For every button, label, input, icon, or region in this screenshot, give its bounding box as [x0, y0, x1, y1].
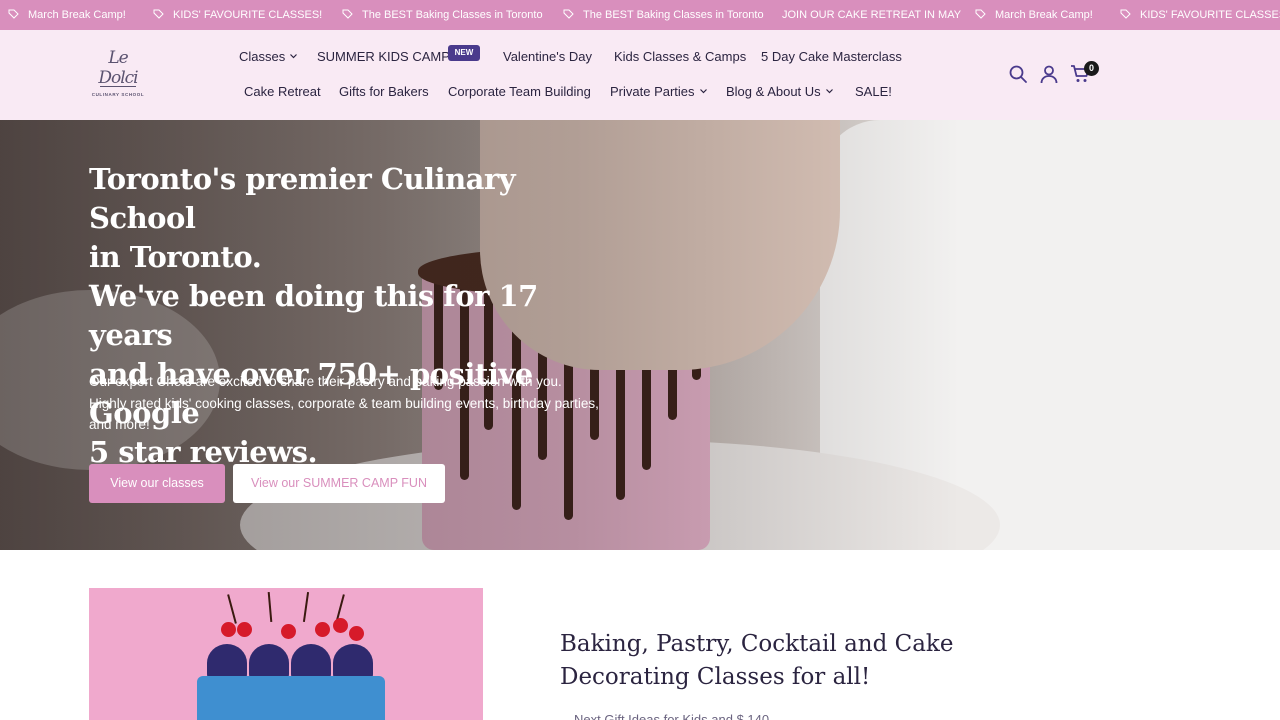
nav-classes[interactable]: Classes [239, 49, 298, 64]
nav-valentines-day[interactable]: Valentine's Day [503, 49, 592, 64]
announcement-item[interactable]: The BEST Baking Classes in Toronto [342, 0, 543, 30]
promo-cake-image[interactable] [89, 588, 483, 720]
hero-banner: Toronto's premier Culinary School in Tor… [0, 120, 1280, 550]
chevron-down-icon [825, 89, 833, 94]
chevron-down-icon [699, 89, 707, 94]
tag-icon [1120, 9, 1131, 19]
logo[interactable]: Le Dolci CULINARY SCHOOL [88, 48, 148, 104]
logo-subtitle: CULINARY SCHOOL [91, 92, 145, 97]
tag-icon [8, 9, 19, 19]
view-summer-camp-button[interactable]: View our SUMMER CAMP FUN [233, 464, 445, 503]
nav-summer-kids-camp[interactable]: SUMMER KIDS CAMP [317, 49, 450, 64]
hero-description: Our expert Chefs are excited to share th… [89, 374, 599, 432]
announcement-item[interactable]: March Break Camp! [975, 0, 1093, 30]
nav-blog-about-us[interactable]: Blog & About Us [726, 84, 833, 99]
announcement-item[interactable]: KIDS' FAVOURITE CLASSES! [1120, 0, 1280, 30]
cart-count-badge: 0 [1084, 61, 1099, 76]
nav-kids-classes-camps[interactable]: Kids Classes & Camps [614, 49, 746, 64]
view-classes-button[interactable]: View our classes [89, 464, 225, 503]
announcement-item[interactable]: KIDS' FAVOURITE CLASSES! [153, 0, 322, 30]
tag-icon [153, 9, 164, 19]
section-heading: Baking, Pastry, Cocktail and Cake Decora… [560, 631, 954, 690]
nav-corporate-team-building[interactable]: Corporate Team Building [448, 84, 591, 99]
logo-divider [100, 86, 136, 87]
user-icon[interactable] [1039, 64, 1059, 84]
search-icon[interactable] [1008, 64, 1028, 84]
announcement-item[interactable]: JOIN OUR CAKE RETREAT IN MAY [782, 0, 961, 30]
new-badge: NEW [448, 45, 480, 61]
tag-icon [342, 9, 353, 19]
section-teaser: Next Gift Ideas for Kids and $ 140 [574, 712, 770, 720]
site-header: Le Dolci CULINARY SCHOOL Classes SUMMER … [0, 30, 1280, 120]
logo-script: Le Dolci [98, 48, 138, 88]
nav-cake-masterclass[interactable]: 5 Day Cake Masterclass [761, 49, 902, 64]
announcement-bar: March Break Camp! KIDS' FAVOURITE CLASSE… [0, 0, 1280, 30]
nav-sale[interactable]: SALE! [855, 84, 892, 99]
announcement-item[interactable]: March Break Camp! [8, 0, 126, 30]
nav-cake-retreat[interactable]: Cake Retreat [244, 84, 321, 99]
nav-gifts-for-bakers[interactable]: Gifts for Bakers [339, 84, 429, 99]
announcement-item[interactable]: The BEST Baking Classes in Toronto [563, 0, 764, 30]
tag-icon [975, 9, 986, 19]
nav-private-parties[interactable]: Private Parties [610, 84, 707, 99]
chevron-down-icon [290, 54, 298, 59]
tag-icon [563, 9, 574, 19]
